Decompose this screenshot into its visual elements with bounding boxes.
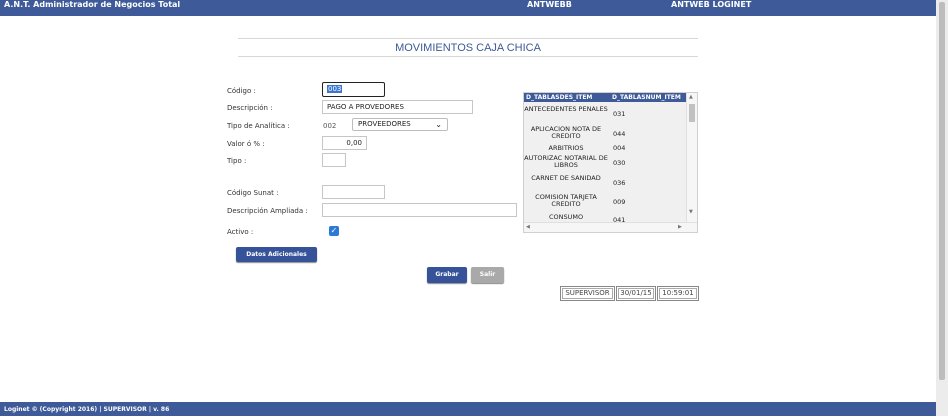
grid-row[interactable]: COMISION TARJETA CREDITO 009 xyxy=(524,193,686,211)
activo-checkbox[interactable]: ✓ xyxy=(329,226,339,236)
scroll-up-icon[interactable]: ▲ xyxy=(689,94,693,100)
page-scrollbar-thumb[interactable] xyxy=(939,2,945,380)
activo-label: Activo : xyxy=(227,228,254,236)
chevron-down-icon: ⌄ xyxy=(435,120,442,129)
app-title: A.N.T. Administrador de Negocios Total xyxy=(4,0,181,9)
descripcion-label: Descripción : xyxy=(227,104,273,112)
analitica-label: Tipo de Analítica : xyxy=(227,122,290,130)
codigo-label: Código : xyxy=(227,87,256,95)
valor-label: Valor ó % : xyxy=(227,140,265,148)
grid-cell-desc: ARBITRIOS xyxy=(548,144,584,152)
check-icon: ✓ xyxy=(330,226,338,235)
grid-row[interactable]: ARBITRIOS 004 xyxy=(524,144,686,153)
grid-cell-desc: CARNET DE SANIDAD xyxy=(531,174,601,182)
grid-cell-num: 004 xyxy=(613,144,626,152)
datos-adicionales-button[interactable]: Datos Adicionales xyxy=(236,247,317,262)
descripcion-input[interactable]: PAGO A PROVEDORES xyxy=(322,100,473,114)
valor-input[interactable]: 0,00 xyxy=(322,136,367,150)
footer-bar: Loginet © (Copyright 2016) | SUPERVISOR … xyxy=(0,402,936,416)
grid-header: D_TABLASDES_ITEM D_TABLASNUM_ITEM xyxy=(524,93,686,102)
codigo-input[interactable]: 003 xyxy=(322,82,385,97)
ampliada-label: Descripción Ampliada : xyxy=(227,207,308,215)
grid-cell-num: 031 xyxy=(613,110,626,118)
grid-row[interactable]: CONSUMO 041 xyxy=(524,213,686,224)
grid-cell-desc: COMISION TARJETA CREDITO xyxy=(535,193,597,208)
grid-cell-desc: APLICACION NOTA DE CREDITO xyxy=(530,125,602,140)
title-divider-bottom xyxy=(238,56,698,57)
grid-cell-desc: CONSUMO xyxy=(548,213,584,221)
grid-cell-desc: AUTORIZAC NOTARIAL DE LIBROS xyxy=(524,154,608,169)
status-time: 10:59:01 xyxy=(657,286,699,301)
sunat-label: Código Sunat : xyxy=(227,189,279,197)
grabar-button[interactable]: Grabar xyxy=(427,267,467,283)
analitica-selected: PROVEEDORES xyxy=(358,120,411,128)
grid-cell-num: 036 xyxy=(613,179,626,187)
scroll-right-icon[interactable]: ▶ xyxy=(678,224,682,230)
grid-col-num[interactable]: D_TABLASNUM_ITEM xyxy=(612,93,681,102)
status-date: 30/01/15 xyxy=(616,286,656,301)
login-name: ANTWEB LOGINET xyxy=(671,0,752,9)
status-user: SUPERVISOR xyxy=(560,286,615,301)
items-grid[interactable]: D_TABLASDES_ITEM D_TABLASNUM_ITEM ANTECE… xyxy=(523,92,698,233)
grid-cell-desc: ANTECEDENTES PENALES xyxy=(524,105,608,113)
tipo-input[interactable] xyxy=(322,153,346,167)
server-name: ANTWEBB xyxy=(527,0,572,9)
top-bar: A.N.T. Administrador de Negocios Total A… xyxy=(0,0,936,16)
analitica-select[interactable]: PROVEEDORES ⌄ xyxy=(352,118,448,131)
grid-row[interactable]: CARNET DE SANIDAD 036 xyxy=(524,174,686,192)
salir-button[interactable]: Salir xyxy=(471,267,504,283)
analitica-code: 002 xyxy=(323,122,337,130)
scroll-down-icon[interactable]: ▼ xyxy=(689,209,693,215)
grid-col-desc[interactable]: D_TABLASDES_ITEM xyxy=(526,93,592,102)
grid-scrollbar-thumb[interactable] xyxy=(689,104,695,122)
tipo-label: Tipo : xyxy=(227,157,247,165)
grid-cell-num: 044 xyxy=(613,130,626,138)
status-bar: SUPERVISOR 30/01/15 10:59:01 xyxy=(560,286,699,301)
grid-horizontal-scrollbar[interactable]: ◀ ▶ xyxy=(524,222,697,232)
page-scrollbar[interactable] xyxy=(936,0,948,416)
grid-cell-num: 009 xyxy=(613,198,626,206)
grid-row[interactable]: APLICACION NOTA DE CREDITO 044 xyxy=(524,125,686,143)
grid-row[interactable]: AUTORIZAC NOTARIAL DE LIBROS 030 xyxy=(524,154,686,172)
grid-vertical-scrollbar[interactable]: ▲ ▼ xyxy=(686,93,697,223)
page-title: MOVIMIENTOS CAJA CHICA xyxy=(395,42,541,54)
title-divider-top xyxy=(238,38,698,39)
sunat-input[interactable] xyxy=(322,185,385,199)
scroll-left-icon[interactable]: ◀ xyxy=(526,224,530,230)
grid-cell-num: 030 xyxy=(613,159,626,167)
grid-row[interactable]: ANTECEDENTES PENALES 031 xyxy=(524,105,686,123)
codigo-value: 003 xyxy=(327,85,343,93)
ampliada-input[interactable] xyxy=(322,203,517,217)
